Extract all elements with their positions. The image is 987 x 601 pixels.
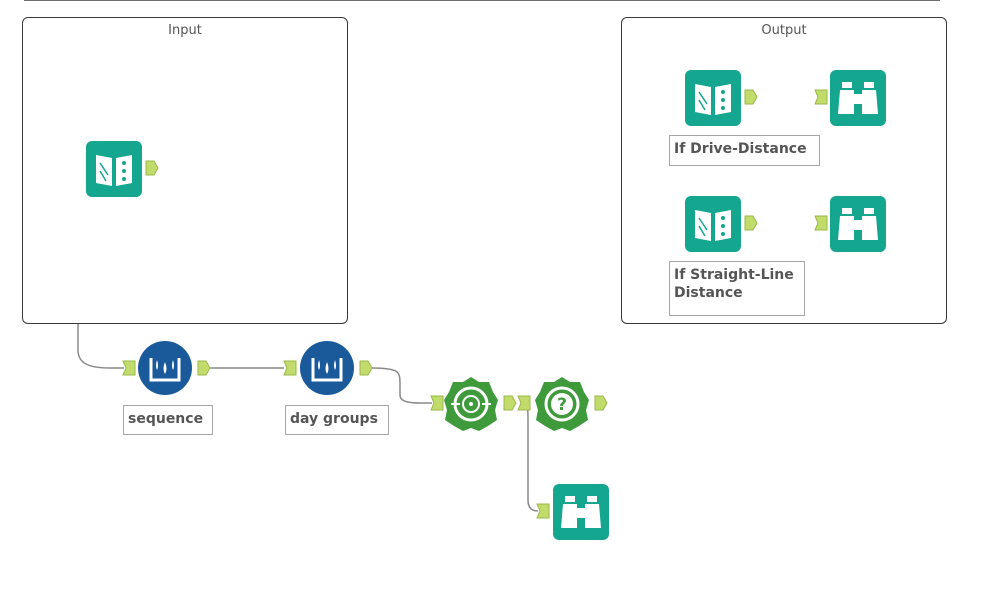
output-browse1-input-anchor[interactable] (814, 89, 828, 105)
output-input2-output-anchor[interactable] (744, 215, 758, 231)
output-browse-tool-2[interactable] (830, 196, 886, 252)
binoculars-icon (553, 484, 609, 540)
browse-main-tool[interactable] (553, 484, 609, 540)
svg-text:?: ? (557, 395, 567, 415)
book-icon (685, 196, 741, 252)
multi-row-formula-icon (138, 341, 192, 395)
daygroups-input-anchor[interactable] (283, 360, 297, 376)
book-icon (86, 141, 142, 197)
book-icon (685, 70, 741, 126)
straight-line-annotation-line-1: If Straight-Line (674, 267, 794, 283)
multi-row-formula-icon (300, 341, 354, 395)
output-input-data-tool-2[interactable] (685, 196, 741, 252)
input-container-title: Input (168, 23, 202, 38)
binoculars-icon (830, 70, 886, 126)
daygroups-output-anchor[interactable] (359, 360, 373, 376)
straight-line-annotation: If Straight-Line Distance (669, 261, 805, 316)
daygroups-multirow-tool[interactable] (299, 340, 355, 396)
wire-daygroups-to-spatial (371, 367, 432, 404)
output-input-data-tool-1[interactable] (685, 70, 741, 126)
output-browse-tool-1[interactable] (830, 70, 886, 126)
spatial1-input-anchor[interactable] (430, 395, 444, 411)
straight-line-annotation-line-2: Distance (674, 285, 743, 301)
spatial2-output-anchor[interactable] (594, 395, 608, 411)
spatial-question-icon: ? (535, 377, 589, 431)
daygroups-annotation: day groups (285, 405, 389, 435)
drive-distance-annotation: If Drive-Distance (669, 135, 820, 166)
input-data-output-anchor[interactable] (145, 160, 159, 176)
browse-main-input-anchor[interactable] (536, 503, 550, 519)
output-container-title: Output (761, 23, 807, 38)
output-input1-output-anchor[interactable] (744, 89, 758, 105)
sequence-multirow-tool[interactable] (137, 340, 193, 396)
output-browse2-input-anchor[interactable] (814, 215, 828, 231)
spatial-process-tool[interactable] (443, 376, 499, 432)
spatial1-output-anchor[interactable] (503, 395, 517, 411)
sequence-output-anchor[interactable] (197, 360, 211, 376)
spatial-question-tool[interactable]: ? (534, 376, 590, 432)
spatial2-input-anchor[interactable] (517, 395, 531, 411)
sequence-input-anchor[interactable] (122, 360, 136, 376)
binoculars-icon (830, 196, 886, 252)
input-data-tool[interactable] (86, 141, 142, 197)
spatial-process-icon (444, 377, 498, 431)
input-container[interactable]: Input (22, 17, 348, 324)
sequence-annotation: sequence (123, 405, 213, 435)
